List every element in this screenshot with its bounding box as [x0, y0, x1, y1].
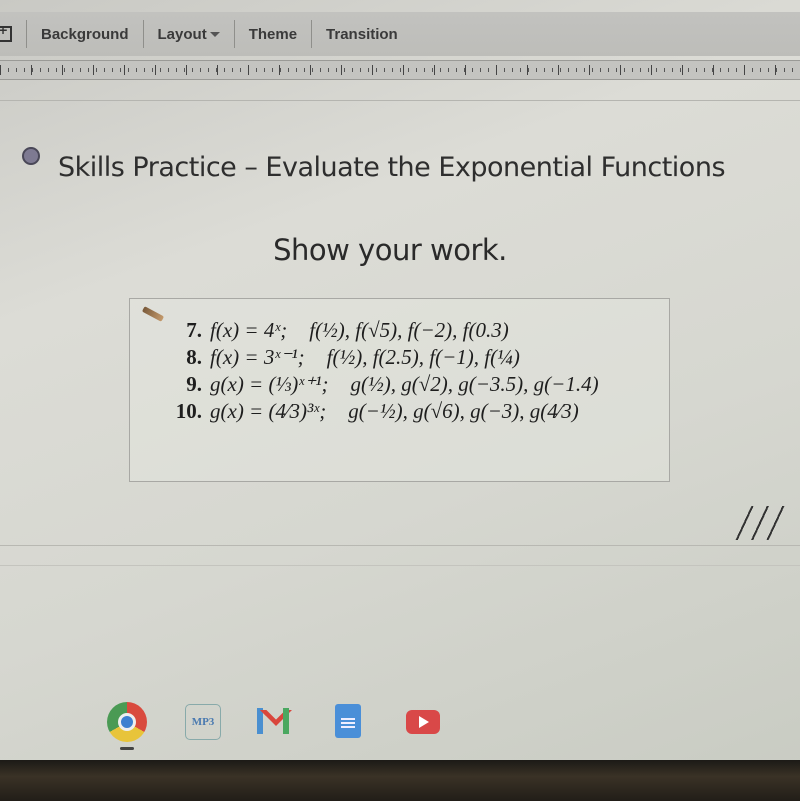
hatch-lines-icon	[726, 506, 796, 540]
background-button[interactable]: Background	[41, 26, 129, 43]
theme-button[interactable]: Theme	[249, 26, 297, 43]
horizontal-ruler[interactable]	[0, 60, 800, 80]
problem-number: 10.	[175, 399, 202, 423]
transition-button[interactable]: Transition	[326, 26, 398, 43]
layout-label: Layout	[157, 25, 207, 43]
toolbar-divider	[142, 20, 144, 48]
slide-top-edge	[0, 100, 800, 101]
caret-down-icon	[209, 32, 220, 38]
problem-number: 8.	[186, 345, 202, 369]
active-app-indicator	[120, 747, 134, 750]
problem-function: g(x) = (⅓)ˣ⁺¹;	[210, 372, 329, 396]
problem-evaluate: g(−½), g(√6), g(−3), g(4⁄3)	[348, 399, 579, 423]
problem-image[interactable]: 7. f(x) = 4ˣ; f(½), f(√5), f(−2), f(0.3) 8…	[129, 298, 670, 482]
problem-function: f(x) = 3ˣ⁻¹;	[210, 345, 305, 369]
os-shelf: MP3	[0, 690, 800, 750]
slides-toolbar: Background Layout Theme Transition	[0, 12, 800, 56]
toolbar-divider	[311, 20, 313, 48]
bullet-icon	[22, 147, 40, 165]
toolbar-divider	[26, 20, 27, 48]
problem-function: f(x) = 4ˣ;	[210, 318, 288, 342]
toolbar-divider	[233, 20, 235, 48]
problem-item: 8. f(x) = 3ˣ⁻¹; f(½), f(2.5), f(−1), f(¼)	[170, 344, 599, 371]
mp3-icon[interactable]: MP3	[185, 704, 221, 740]
problem-item: 9. g(x) = (⅓)ˣ⁺¹; g(½), g(√2), g(−3.5), g(…	[170, 371, 599, 398]
chrome-icon[interactable]	[107, 702, 147, 742]
slide-title[interactable]: Skills Practice – Evaluate the Exponenti…	[58, 152, 726, 183]
slide-divider	[0, 565, 800, 566]
problem-evaluate: f(½), f(√5), f(−2), f(0.3)	[309, 318, 509, 342]
problem-evaluate: g(½), g(√2), g(−3.5), g(−1.4)	[350, 372, 599, 396]
slide-subtitle[interactable]: Show your work.	[0, 233, 780, 267]
screen-bezel	[0, 760, 800, 801]
add-box-icon[interactable]	[0, 23, 12, 42]
problem-evaluate: f(½), f(2.5), f(−1), f(¼)	[326, 345, 520, 369]
problem-item: 10. g(x) = (4⁄3)³ˣ; g(−½), g(√6), g(−3), g…	[170, 398, 599, 425]
youtube-icon[interactable]	[406, 710, 440, 734]
mp3-label: MP3	[191, 716, 215, 728]
problem-number: 9.	[186, 372, 202, 396]
problem-number: 7.	[186, 318, 202, 342]
layout-button[interactable]: Layout	[158, 26, 220, 43]
docs-icon[interactable]	[335, 704, 361, 738]
slide-bottom-edge	[0, 545, 800, 546]
problem-list: 7. f(x) = 4ˣ; f(½), f(√5), f(−2), f(0.3) 8…	[170, 317, 599, 425]
gmail-icon[interactable]	[257, 708, 292, 734]
problem-function: g(x) = (4⁄3)³ˣ;	[210, 399, 327, 423]
problem-item: 7. f(x) = 4ˣ; f(½), f(√5), f(−2), f(0.3)	[170, 317, 599, 344]
pencil-icon	[141, 306, 165, 322]
